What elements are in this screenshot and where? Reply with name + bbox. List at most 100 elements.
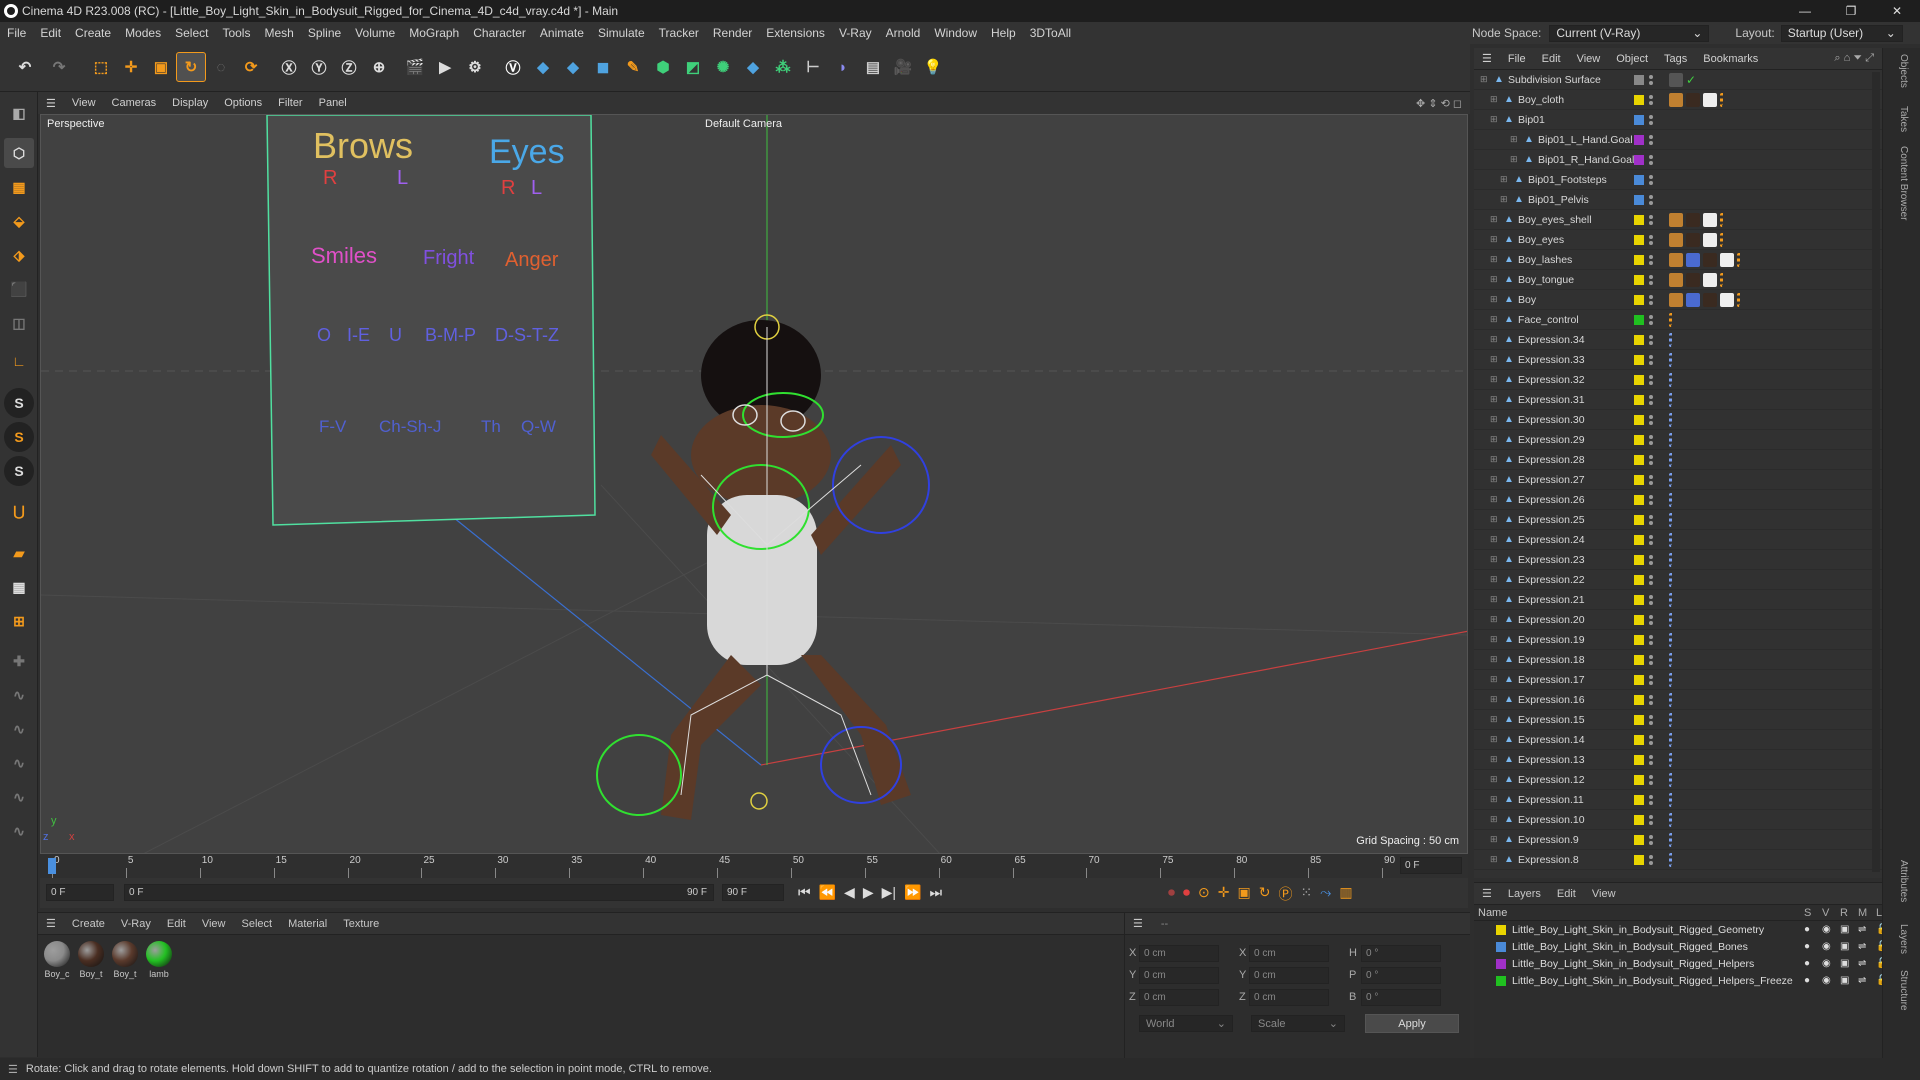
xpresso-tag-icon[interactable] bbox=[1669, 752, 1683, 767]
close-button[interactable]: ✕ bbox=[1874, 0, 1920, 22]
enabled-check-icon[interactable]: ✓ bbox=[1686, 73, 1696, 87]
smooth-icon[interactable]: ∿ bbox=[4, 714, 34, 744]
sculpt-icon[interactable]: ✚ bbox=[4, 646, 34, 676]
solo-icon[interactable]: S bbox=[4, 388, 34, 418]
object-row[interactable]: ⊞ ▲ Expression.18 bbox=[1474, 650, 1882, 670]
expand-toggle-icon[interactable]: ⊞ bbox=[1490, 854, 1498, 865]
object-name[interactable]: Boy_tongue bbox=[1518, 274, 1574, 286]
layer-menu-view[interactable]: View bbox=[1584, 888, 1624, 900]
scale-field[interactable]: 0 cm bbox=[1249, 945, 1329, 962]
object-name[interactable]: Boy_cloth bbox=[1518, 94, 1564, 106]
visibility-dots-icon[interactable] bbox=[1649, 834, 1653, 846]
object-name[interactable]: Boy bbox=[1518, 294, 1536, 306]
checker-tag-icon[interactable] bbox=[1703, 272, 1717, 287]
expand-toggle-icon[interactable]: ⊞ bbox=[1490, 274, 1498, 285]
solo-dot-icon[interactable]: ● bbox=[1804, 924, 1814, 935]
viewport-navigation-icon[interactable]: ✥ ⇕ ⟲ ◻ bbox=[1408, 97, 1470, 110]
visibility-dots-icon[interactable] bbox=[1649, 434, 1653, 446]
layer-name[interactable]: Little_Boy_Light_Skin_in_Bodysuit_Rigged… bbox=[1512, 924, 1764, 936]
layer-color-swatch[interactable] bbox=[1634, 334, 1644, 345]
xpresso-tag-icon[interactable] bbox=[1669, 412, 1683, 427]
menu-tools[interactable]: Tools bbox=[215, 26, 257, 40]
recent-tools-icon[interactable]: ◌ bbox=[206, 52, 236, 82]
xpresso-tag-icon[interactable] bbox=[1669, 672, 1683, 687]
scale-key-icon[interactable]: ▣ bbox=[1237, 884, 1250, 904]
object-row[interactable]: ⊞ ▲ Expression.10 bbox=[1474, 810, 1882, 830]
layer-color-swatch[interactable] bbox=[1634, 154, 1644, 165]
menu-help[interactable]: Help bbox=[984, 26, 1023, 40]
object-menu-view[interactable]: View bbox=[1569, 53, 1609, 65]
expand-toggle-icon[interactable]: ⊞ bbox=[1490, 654, 1498, 665]
visibility-dots-icon[interactable] bbox=[1649, 794, 1653, 806]
visibility-dots-icon[interactable] bbox=[1649, 334, 1653, 346]
viewport-menu-cameras[interactable]: Cameras bbox=[104, 97, 165, 109]
layer-color-swatch[interactable] bbox=[1634, 174, 1644, 185]
layer-color-swatch[interactable] bbox=[1634, 214, 1644, 225]
expand-toggle-icon[interactable]: ⊞ bbox=[1490, 334, 1498, 345]
object-name[interactable]: Expression.17 bbox=[1518, 674, 1585, 686]
object-row[interactable]: ⊞ ▲ Face_control bbox=[1474, 310, 1882, 330]
expand-toggle-icon[interactable]: ⊞ bbox=[1490, 774, 1498, 785]
render-icon[interactable]: ▣ bbox=[1840, 975, 1850, 986]
selection-tag-icon[interactable] bbox=[1720, 212, 1734, 227]
skin-tag-icon[interactable] bbox=[1686, 252, 1700, 267]
menu-tracker[interactable]: Tracker bbox=[652, 26, 706, 40]
layer-color-swatch[interactable] bbox=[1634, 594, 1644, 605]
position-field[interactable]: 0 cm bbox=[1139, 989, 1219, 1006]
object-row[interactable]: ⊞ ▲ Boy_lashes bbox=[1474, 250, 1882, 270]
layer-color-swatch[interactable] bbox=[1634, 574, 1644, 585]
layer-color-swatch[interactable] bbox=[1496, 941, 1506, 952]
object-row[interactable]: ⊞ ▲ Expression.30 bbox=[1474, 410, 1882, 430]
tab-layers[interactable]: Layers bbox=[1898, 924, 1909, 954]
visibility-dots-icon[interactable] bbox=[1649, 234, 1653, 246]
object-name[interactable]: Expression.14 bbox=[1518, 734, 1585, 746]
subdivision-surface-icon[interactable]: ⬢ bbox=[648, 52, 678, 82]
object-name[interactable]: Expression.10 bbox=[1518, 814, 1585, 826]
layer-color-swatch[interactable] bbox=[1634, 674, 1644, 685]
object-name[interactable]: Expression.30 bbox=[1518, 414, 1585, 426]
points-mode-icon[interactable]: ⬙ bbox=[4, 206, 34, 236]
layer-color-swatch[interactable] bbox=[1634, 754, 1644, 765]
expand-toggle-icon[interactable]: ⊞ bbox=[1490, 454, 1498, 465]
hamburger-icon[interactable]: ☰ bbox=[1125, 917, 1151, 930]
visibility-dots-icon[interactable] bbox=[1649, 194, 1653, 206]
xpresso-tag-icon[interactable] bbox=[1669, 632, 1683, 647]
object-row[interactable]: ⊞ ▲ Boy_eyes_shell bbox=[1474, 210, 1882, 230]
previous-key-icon[interactable]: ⏪ bbox=[819, 884, 836, 901]
object-row[interactable]: ⊞ ▲ Bip01_Pelvis bbox=[1474, 190, 1882, 210]
object-menu-tags[interactable]: Tags bbox=[1656, 53, 1695, 65]
move-icon[interactable]: ✛ bbox=[116, 52, 146, 82]
apply-button[interactable]: Apply bbox=[1365, 1014, 1459, 1033]
xpresso-tag-icon[interactable] bbox=[1669, 812, 1683, 827]
layer-row[interactable]: Little_Boy_Light_Skin_in_Bodysuit_Rigged… bbox=[1474, 921, 1888, 938]
timeline-layout-icon[interactable]: ▥ bbox=[1339, 884, 1352, 904]
object-name[interactable]: Expression.32 bbox=[1518, 374, 1585, 386]
object-row[interactable]: ⊞ ▲ Boy_eyes bbox=[1474, 230, 1882, 250]
menu-arnold[interactable]: Arnold bbox=[879, 26, 928, 40]
timeline-motion-icon[interactable]: ⤳ bbox=[1320, 884, 1331, 904]
object-row[interactable]: ⊞ ▲ Expression.16 bbox=[1474, 690, 1882, 710]
texture-tag-icon[interactable] bbox=[1669, 212, 1683, 227]
selection-tag-icon[interactable] bbox=[1720, 272, 1734, 287]
material-tag-icon[interactable] bbox=[1703, 252, 1717, 267]
object-row[interactable]: ⊞ ▲ Expression.19 bbox=[1474, 630, 1882, 650]
object-name[interactable]: Boy_lashes bbox=[1518, 254, 1572, 266]
object-name[interactable]: Expression.8 bbox=[1518, 854, 1579, 866]
layer-color-swatch[interactable] bbox=[1634, 394, 1644, 405]
hamburger-icon[interactable]: ☰ bbox=[38, 97, 64, 110]
expand-toggle-icon[interactable]: ⊞ bbox=[1490, 834, 1498, 845]
make-editable-icon[interactable]: ◧ bbox=[4, 98, 34, 128]
eye-icon[interactable]: ◉ bbox=[1822, 975, 1832, 986]
layer-color-swatch[interactable] bbox=[1634, 354, 1644, 365]
parameter-key-icon[interactable]: Ⓟ bbox=[1278, 884, 1292, 904]
workplane-icon[interactable]: ▰ bbox=[4, 538, 34, 568]
menu-simulate[interactable]: Simulate bbox=[591, 26, 652, 40]
viewport-menu-display[interactable]: Display bbox=[164, 97, 216, 109]
visibility-dots-icon[interactable] bbox=[1649, 314, 1653, 326]
expand-toggle-icon[interactable]: ⊞ bbox=[1490, 514, 1498, 525]
field-icon[interactable]: ◗ bbox=[828, 52, 858, 82]
material-item[interactable]: Boy_t bbox=[110, 941, 140, 979]
menu-volume[interactable]: Volume bbox=[348, 26, 402, 40]
manager-icon[interactable]: ⇌ bbox=[1858, 975, 1868, 986]
axis-mode-icon[interactable]: ∟ bbox=[4, 346, 34, 376]
